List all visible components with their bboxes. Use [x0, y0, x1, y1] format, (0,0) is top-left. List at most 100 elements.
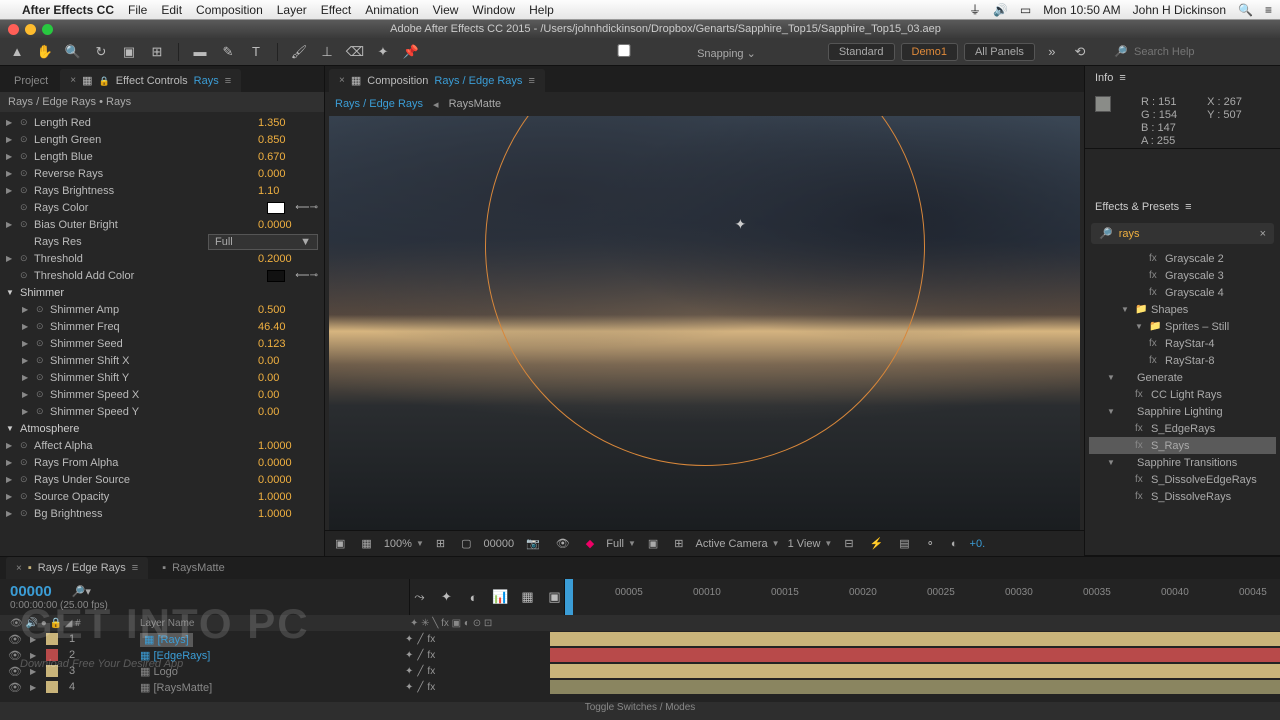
camera-tool-icon[interactable]: ▣ — [118, 41, 140, 63]
param-dropdown[interactable]: Full▼ — [208, 234, 318, 250]
disclosure-icon[interactable]: ▶ — [6, 186, 16, 195]
disclosure-icon[interactable]: ▶ — [6, 169, 16, 178]
fx-item[interactable]: ▼Sapphire Transitions — [1089, 454, 1276, 471]
menu-file[interactable]: File — [128, 3, 147, 17]
label-color[interactable] — [46, 665, 58, 677]
fx-item[interactable]: ▼📁Shapes — [1089, 301, 1276, 318]
flowchart-icon[interactable]: ⚬ — [922, 535, 939, 552]
twirl-icon[interactable]: ▶ — [30, 635, 42, 644]
safe-zones-icon[interactable]: ⊞ — [432, 535, 449, 552]
hand-tool-icon[interactable]: ✋ — [34, 41, 56, 63]
composition-viewport[interactable]: ✦ — [329, 116, 1080, 530]
camera-select[interactable]: Active Camera▼ — [696, 538, 780, 550]
stopwatch-icon[interactable]: ⊙ — [36, 406, 46, 417]
menu-extra-icon[interactable]: ≡ — [1265, 3, 1272, 17]
layer-name[interactable]: ▦ Logo — [140, 666, 178, 678]
brush-tool-icon[interactable]: 🖌 — [288, 41, 310, 63]
tab-effect-controls[interactable]: × ▦ Effect Controls Rays ≡ — [60, 69, 241, 92]
workspace-standard[interactable]: Standard — [828, 43, 895, 61]
disclosure-icon[interactable]: ▼ — [6, 424, 16, 433]
tv-icon[interactable]: ▭ — [1020, 3, 1031, 17]
layer-bar[interactable] — [550, 680, 1280, 694]
param-value[interactable]: 0.123 — [258, 338, 318, 350]
param-value[interactable]: 1.0000 — [258, 440, 318, 452]
fx-item[interactable]: fxGrayscale 2 — [1089, 250, 1276, 267]
disclosure-icon[interactable]: ▶ — [22, 373, 32, 382]
shy-icon[interactable]: ⤳ — [410, 586, 429, 608]
label-color[interactable] — [46, 681, 58, 693]
type-tool-icon[interactable]: T — [245, 41, 267, 63]
fx-item[interactable]: fxCC Light Rays — [1089, 386, 1276, 403]
stopwatch-icon[interactable]: ⊙ — [20, 151, 30, 162]
eyedropper-icon[interactable]: ⟵⊸ — [295, 202, 318, 213]
render-icon[interactable]: ▣ — [545, 586, 564, 608]
disclosure-icon[interactable]: ▶ — [22, 356, 32, 365]
stopwatch-icon[interactable]: ⊙ — [20, 491, 30, 502]
param-section[interactable]: Atmosphere — [20, 423, 318, 435]
draft3d-icon[interactable]: ▦ — [518, 586, 537, 608]
close-tab-icon[interactable]: × — [339, 75, 345, 86]
stopwatch-icon[interactable]: ⊙ — [36, 372, 46, 383]
eyedropper-icon[interactable]: ⟵⊸ — [295, 270, 318, 281]
stopwatch-icon[interactable]: ⊙ — [20, 219, 30, 230]
menu-composition[interactable]: Composition — [196, 3, 263, 17]
eraser-tool-icon[interactable]: ⌫ — [344, 41, 366, 63]
layer-bar[interactable] — [550, 632, 1280, 646]
menu-app[interactable]: After Effects CC — [22, 3, 114, 17]
stopwatch-icon[interactable]: ⊙ — [20, 134, 30, 145]
stopwatch-icon[interactable]: ⊙ — [36, 321, 46, 332]
fx-item[interactable]: fxRayStar-4 — [1089, 335, 1276, 352]
stopwatch-icon[interactable]: ⊙ — [20, 457, 30, 468]
frame-blend-icon[interactable]: ✦ — [437, 586, 456, 608]
visibility-toggle[interactable]: 👁 — [0, 649, 30, 662]
crumb-active[interactable]: Rays / Edge Rays — [335, 98, 423, 110]
motion-blur-icon[interactable]: ◐ — [464, 586, 483, 608]
pixel-aspect-icon[interactable]: ⊟ — [840, 535, 857, 552]
transparency-grid-icon[interactable]: ▦ — [357, 535, 375, 552]
zoom-tool-icon[interactable]: 🔍 — [62, 41, 84, 63]
stopwatch-icon[interactable]: ⊙ — [20, 270, 30, 281]
param-value[interactable]: 0.850 — [258, 134, 318, 146]
stopwatch-icon[interactable]: ⊙ — [20, 253, 30, 264]
menu-help[interactable]: Help — [529, 3, 554, 17]
toggle-switches-modes[interactable]: Toggle Switches / Modes — [0, 702, 1280, 720]
param-value[interactable]: 0.500 — [258, 304, 318, 316]
snapping-checkbox[interactable]: Snapping ⌄ — [554, 44, 756, 60]
menu-effect[interactable]: Effect — [321, 3, 351, 17]
fx-item[interactable]: fxS_DissolveEdgeRays — [1089, 471, 1276, 488]
workspace-demo1[interactable]: Demo1 — [901, 43, 958, 61]
zoom-select[interactable]: 100%▼ — [384, 538, 424, 550]
panel-menu-icon[interactable]: ≡ — [1185, 201, 1191, 213]
current-timecode[interactable]: 00000 — [10, 583, 52, 600]
menu-edit[interactable]: Edit — [161, 3, 182, 17]
menu-view[interactable]: View — [433, 3, 459, 17]
layer-switches[interactable]: ✦╱fx — [395, 682, 550, 693]
twirl-icon[interactable]: ▶ — [30, 667, 42, 676]
current-time[interactable]: 00000 — [484, 538, 515, 550]
param-value[interactable]: 0.00 — [258, 406, 318, 418]
fx-item[interactable]: fxGrayscale 3 — [1089, 267, 1276, 284]
disclosure-icon[interactable]: ▶ — [6, 152, 16, 161]
stopwatch-icon[interactable]: ⊙ — [36, 355, 46, 366]
panel-menu-icon[interactable]: ≡ — [225, 75, 231, 87]
visibility-toggle[interactable]: 👁 — [0, 633, 30, 646]
disclosure-icon[interactable]: ▶ — [6, 475, 16, 484]
tab-composition[interactable]: × ▦ Composition Rays / Edge Rays ≡ — [329, 69, 545, 92]
fx-item[interactable]: ▼Sapphire Lighting — [1089, 403, 1276, 420]
workspace-all-panels[interactable]: All Panels — [964, 43, 1035, 61]
clock[interactable]: Mon 10:50 AM — [1043, 3, 1120, 17]
puppet-tool-icon[interactable]: 📌 — [400, 41, 422, 63]
disclosure-icon[interactable]: ▼ — [6, 288, 16, 297]
fx-item[interactable]: fxRayStar-8 — [1089, 352, 1276, 369]
disclosure-icon[interactable]: ▶ — [22, 407, 32, 416]
param-value[interactable]: 0.00 — [258, 389, 318, 401]
stopwatch-icon[interactable]: ⊙ — [20, 168, 30, 179]
disclosure-icon[interactable]: ▶ — [22, 339, 32, 348]
fast-preview-icon[interactable]: ⚡ — [866, 535, 888, 552]
stopwatch-icon[interactable]: ⊙ — [20, 508, 30, 519]
disclosure-icon[interactable]: ▶ — [6, 492, 16, 501]
disclosure-icon[interactable]: ▶ — [6, 118, 16, 127]
mask-toggle-icon[interactable]: ▢ — [457, 535, 475, 552]
user-name[interactable]: John H Dickinson — [1133, 3, 1226, 17]
disclosure-icon[interactable]: ▶ — [22, 322, 32, 331]
